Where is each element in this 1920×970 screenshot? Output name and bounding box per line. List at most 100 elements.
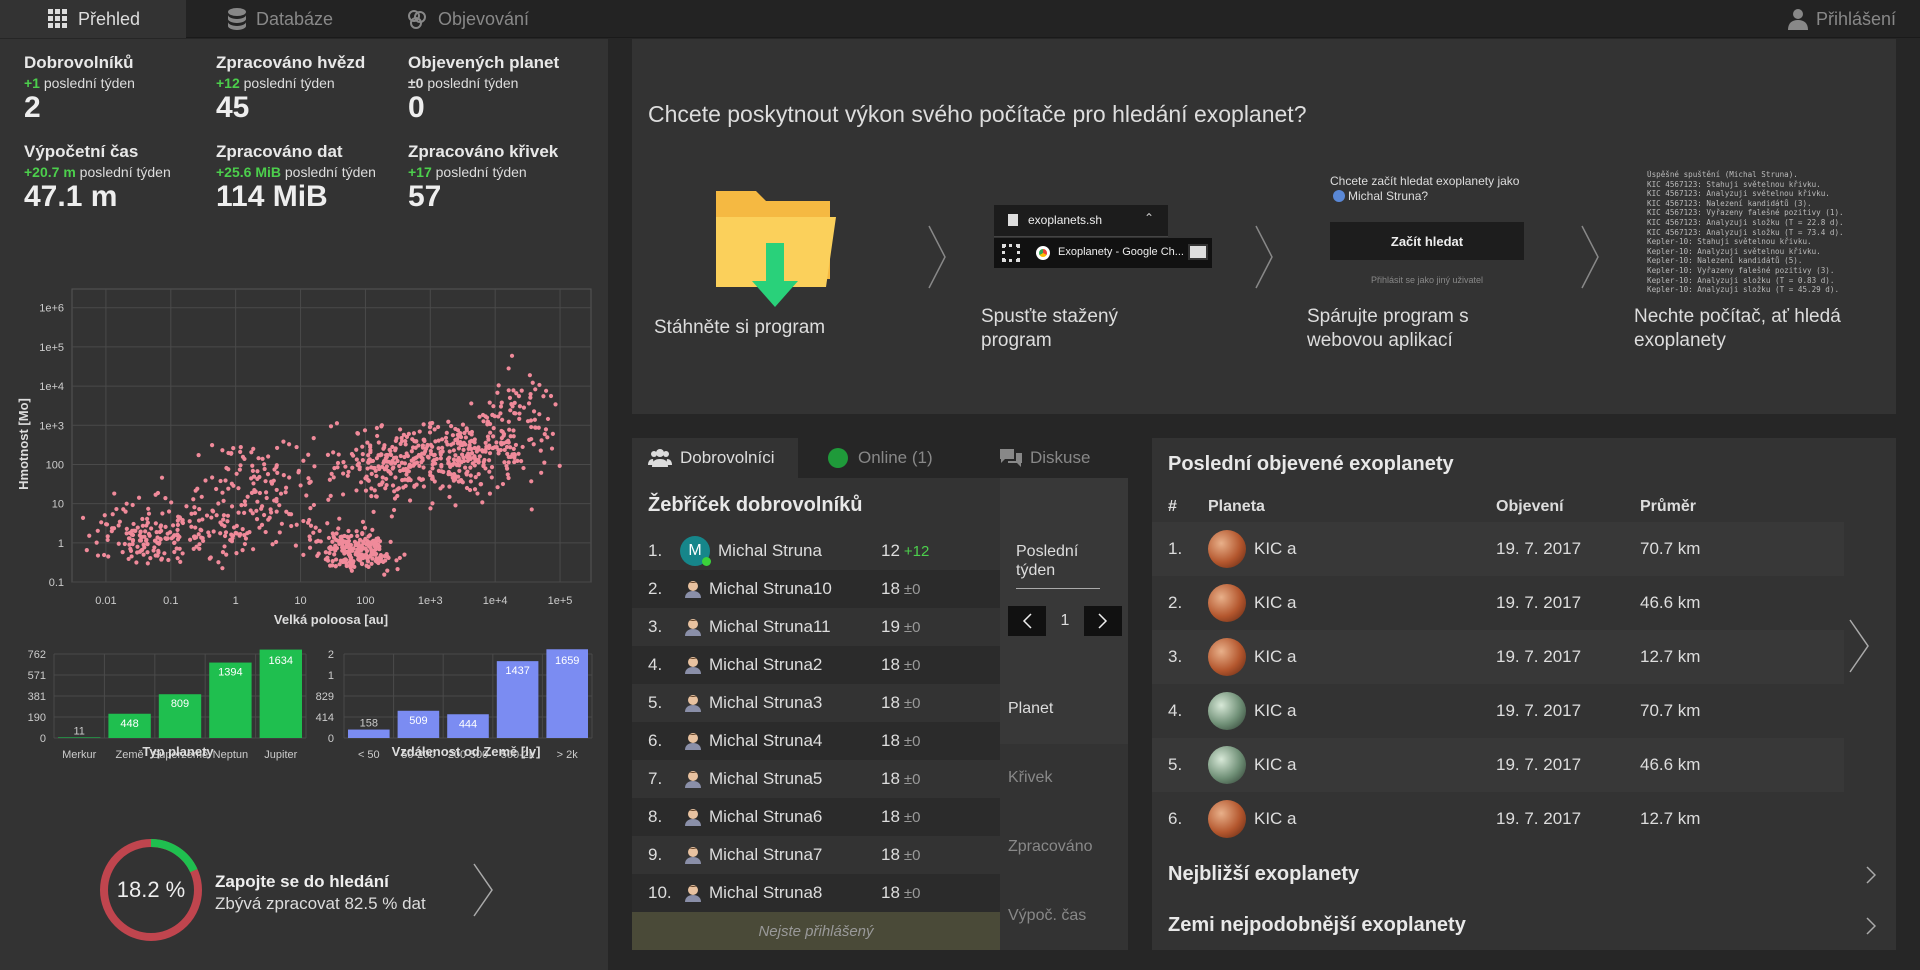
category-planets[interactable]: Planet — [1008, 700, 1053, 718]
data-point — [192, 511, 198, 516]
data-point — [277, 530, 282, 535]
terminal-icon — [1188, 244, 1208, 260]
start-search-button[interactable]: Začít hledat — [1330, 222, 1524, 260]
category-cpu-time[interactable]: Výpoč. čas — [1008, 907, 1086, 925]
data-point — [472, 487, 478, 492]
data-point — [165, 536, 170, 541]
data-point — [256, 456, 261, 461]
discovery-date: 19. 7. 2017 — [1496, 701, 1582, 720]
data-point — [487, 491, 493, 496]
data-point — [231, 483, 236, 488]
data-point — [225, 513, 231, 518]
table-row[interactable]: 1. KIC a 19. 7. 2017 70.7 km — [1152, 522, 1844, 576]
data-point — [336, 452, 341, 457]
data-point — [349, 568, 354, 573]
data-point — [238, 445, 243, 450]
table-row[interactable]: 6. KIC a 19. 7. 2017 12.7 km — [1152, 792, 1844, 846]
tab-discussion[interactable]: Diskuse — [1000, 438, 1090, 478]
data-point — [508, 445, 513, 450]
data-point — [114, 506, 119, 512]
earthlike-exoplanets-link[interactable]: Zemi nejpodobnější exoplanety — [1168, 914, 1466, 937]
data-point — [325, 452, 331, 457]
data-point — [308, 506, 313, 511]
table-row[interactable]: 6. Michal Struna4 18 ±0 — [632, 722, 1000, 760]
data-point — [533, 387, 538, 392]
data-point — [480, 449, 485, 454]
category-curves[interactable]: Křivek — [1008, 769, 1052, 787]
data-point — [363, 476, 368, 481]
volunteer-name: Michal Struna8 — [709, 883, 823, 902]
table-row[interactable]: 2. Michal Struna10 18 ±0 — [632, 570, 1000, 608]
table-row[interactable]: 9. Michal Struna7 18 ±0 — [632, 836, 1000, 874]
data-point — [344, 563, 349, 569]
data-point — [412, 461, 417, 466]
login-other-link[interactable]: Přihlásit se jako jiný uživatel — [1330, 275, 1524, 285]
tab-overview[interactable]: Přehled — [0, 0, 186, 38]
data-point — [446, 472, 451, 477]
data-point — [109, 529, 114, 534]
prev-page-button[interactable] — [1008, 606, 1046, 636]
join-text[interactable]: Zapojte se do hledání Zbývá zpracovat 82… — [215, 872, 426, 914]
tab-online[interactable]: Online (1) — [828, 438, 933, 478]
data-point — [377, 544, 382, 549]
data-point — [251, 547, 256, 552]
data-point — [325, 521, 330, 526]
period-selector[interactable]: Poslední týden — [1016, 542, 1100, 589]
data-point — [252, 489, 257, 495]
data-point — [407, 498, 413, 503]
data-point — [473, 475, 478, 480]
table-row[interactable]: 10. Michal Struna8 18 ±0 — [632, 874, 1000, 912]
data-point — [367, 533, 373, 538]
table-row[interactable]: 5. Michal Struna3 18 ±0 — [632, 684, 1000, 722]
login-link[interactable]: Přihlášení — [1788, 0, 1896, 38]
table-row[interactable]: 8. Michal Struna6 18 ±0 — [632, 798, 1000, 836]
chevron-right-icon[interactable] — [1848, 618, 1870, 674]
table-row[interactable]: 2. KIC a 19. 7. 2017 46.6 km — [1152, 576, 1844, 630]
data-point — [506, 475, 511, 481]
data-point — [222, 523, 227, 529]
tab-volunteers[interactable]: Dobrovolníci — [632, 438, 798, 478]
user-avatar-icon — [684, 732, 702, 750]
nearest-exoplanets-link[interactable]: Nejbližší exoplanety — [1168, 863, 1359, 886]
table-row[interactable]: 3. KIC a 19. 7. 2017 12.7 km — [1152, 630, 1844, 684]
data-point — [357, 465, 362, 470]
tab-database[interactable]: Databáze — [228, 0, 333, 38]
chevron-right-icon[interactable] — [1866, 917, 1876, 935]
stat-value: 45 — [216, 91, 250, 124]
y-tick-label: 762 — [28, 649, 46, 661]
planet-icon — [1208, 692, 1246, 730]
table-row[interactable]: 5. KIC a 19. 7. 2017 46.6 km — [1152, 738, 1844, 792]
data-point — [211, 529, 216, 534]
y-tick-label: 0.1 — [49, 577, 64, 589]
table-row[interactable]: 3. Michal Struna11 19 ±0 — [632, 608, 1000, 646]
user-avatar-icon — [684, 656, 702, 674]
data-point — [382, 572, 387, 577]
data-point — [438, 456, 443, 461]
data-point — [487, 400, 492, 405]
leaderboard-title: Žebříček dobrovolníků — [648, 494, 863, 516]
y-tick-label: 571 — [28, 670, 46, 682]
table-row[interactable]: 4. Michal Struna2 18 ±0 — [632, 646, 1000, 684]
table-row[interactable]: 1. M Michal Struna 12 +12 — [632, 532, 1000, 570]
tab-discovery[interactable]: Objevování — [406, 0, 529, 38]
data-point — [470, 461, 475, 466]
data-point — [306, 476, 311, 481]
data-point — [136, 495, 142, 500]
table-row[interactable]: 7. Michal Struna5 18 ±0 — [632, 760, 1000, 798]
data-point — [242, 510, 247, 515]
chevron-right-icon[interactable] — [472, 862, 494, 918]
data-point — [448, 442, 454, 447]
data-point — [406, 431, 411, 436]
data-point — [156, 548, 161, 553]
chevron-right-icon[interactable] — [1866, 866, 1876, 884]
data-point — [242, 533, 247, 538]
data-point — [327, 477, 332, 482]
category-processed[interactable]: Zpracováno — [1008, 838, 1093, 856]
next-page-button[interactable] — [1084, 606, 1122, 636]
data-point — [346, 469, 351, 475]
file-icon — [1008, 214, 1018, 226]
data-point — [218, 531, 223, 536]
data-point — [287, 475, 292, 480]
data-point — [398, 453, 403, 459]
table-row[interactable]: 4. KIC a 19. 7. 2017 70.7 km — [1152, 684, 1844, 738]
